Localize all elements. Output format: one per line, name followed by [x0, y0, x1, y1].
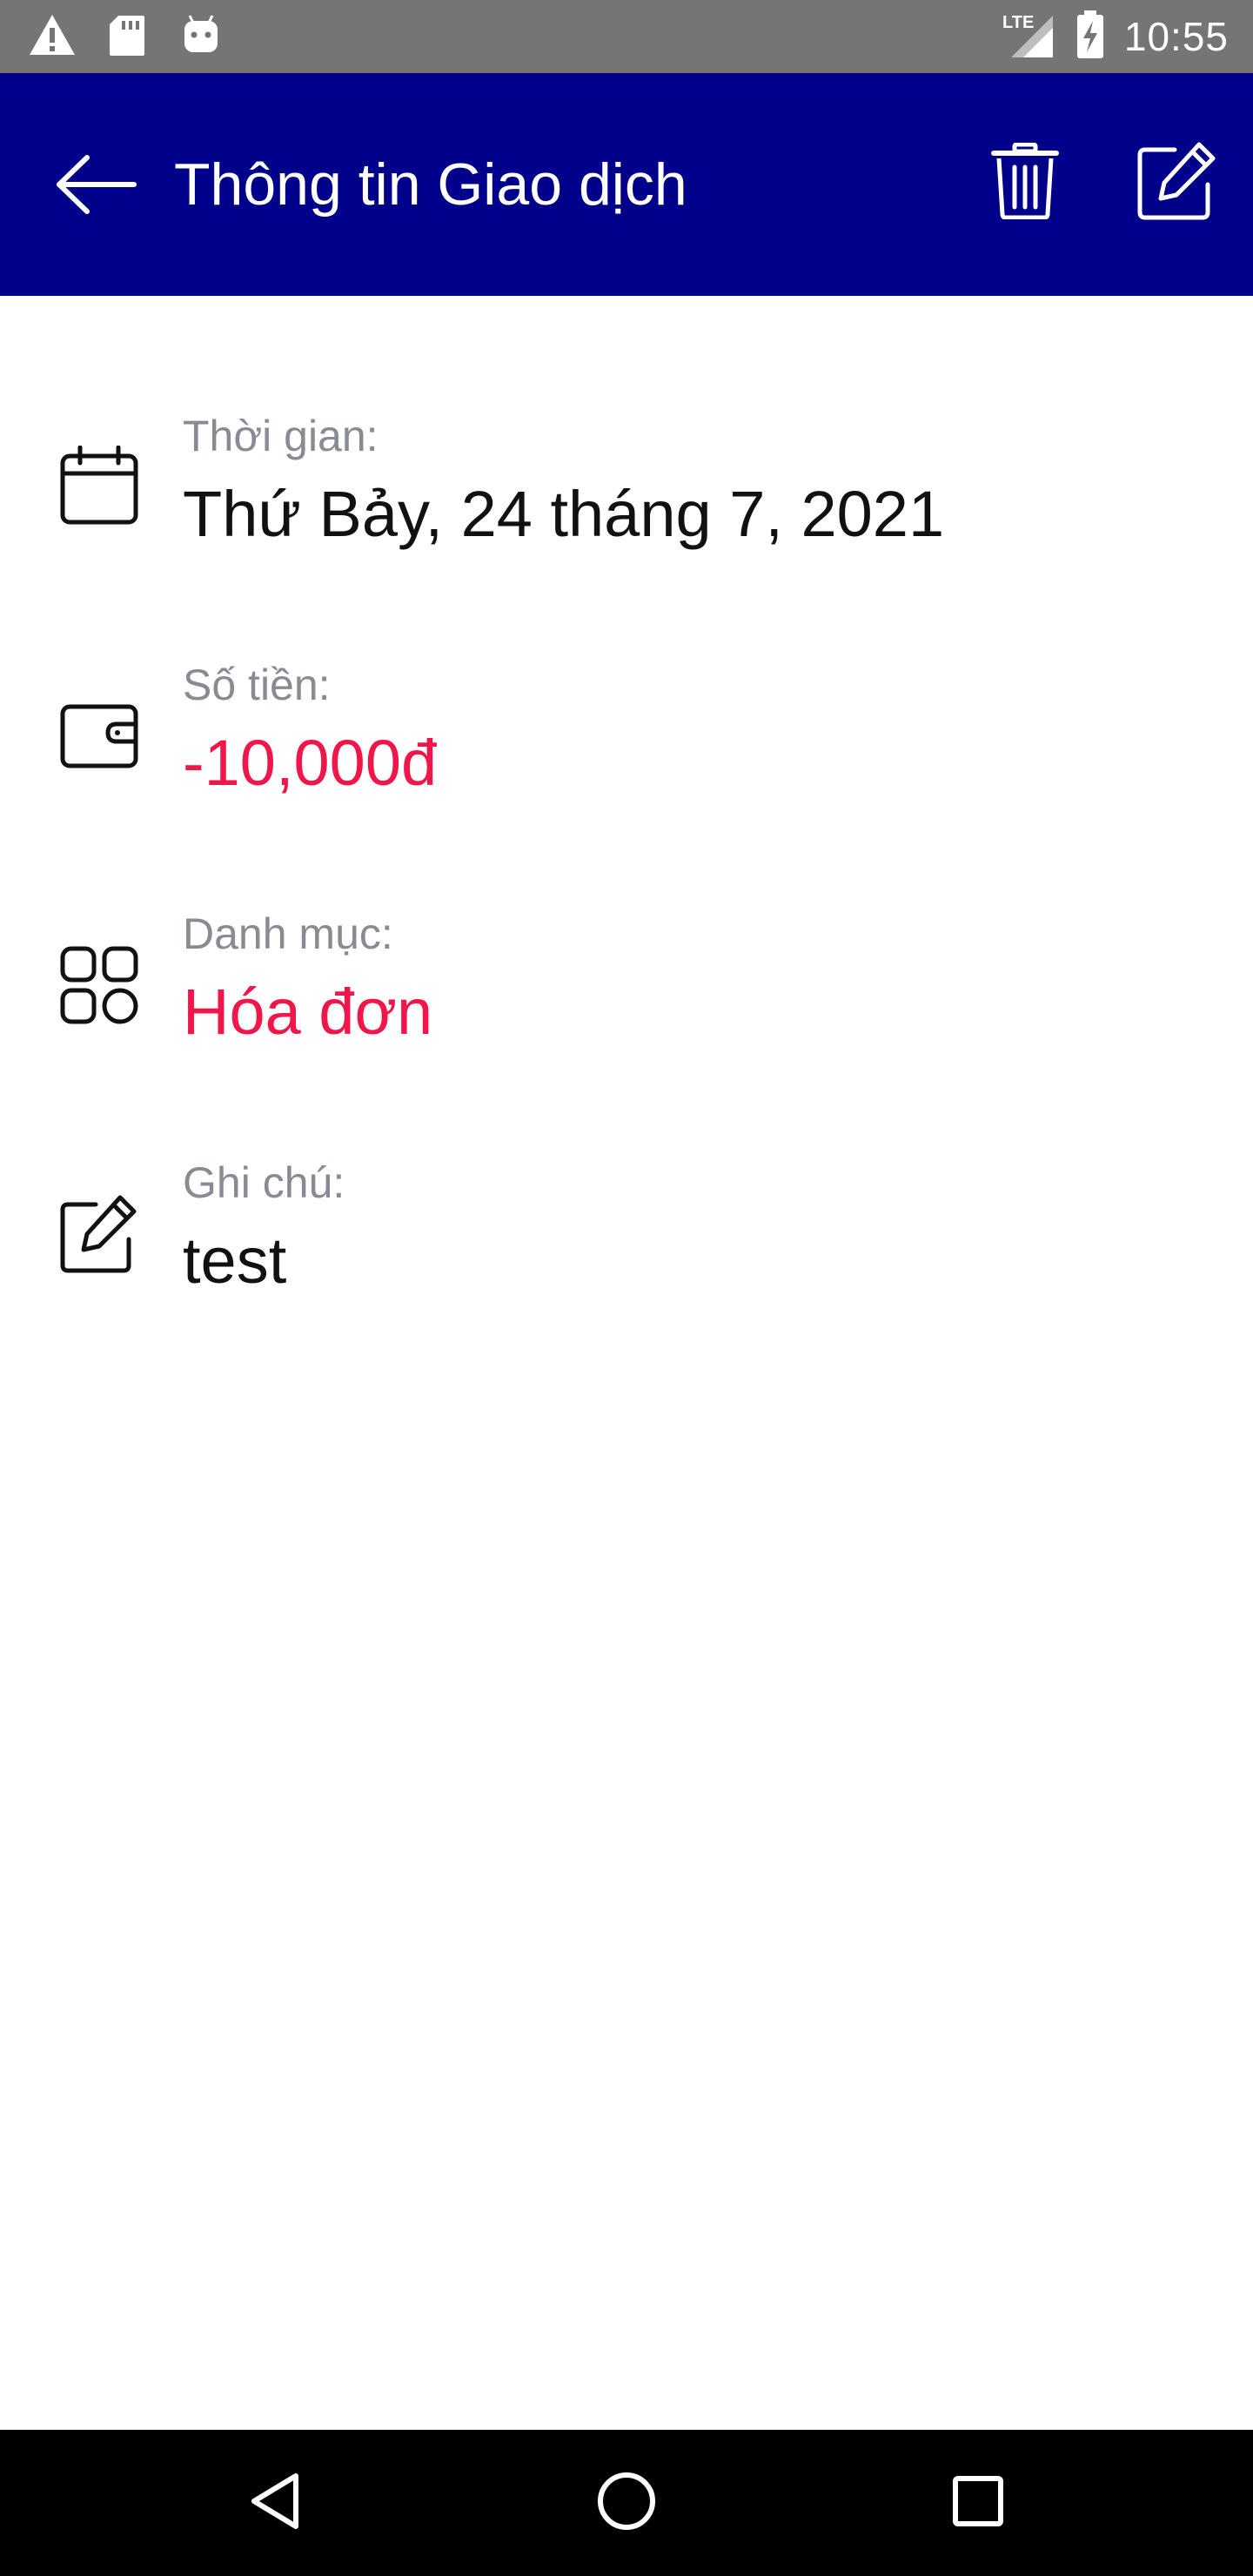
- page-title: Thông tin Giao dịch: [174, 151, 687, 218]
- sd-card-icon: [108, 14, 146, 62]
- nav-home-button[interactable]: [557, 2430, 696, 2576]
- detail-row-time: Thời gian: Thứ Bảy, 24 tháng 7, 2021: [0, 400, 1253, 574]
- amount-label: Số tiền:: [183, 661, 331, 709]
- note-label: Ghi chú:: [183, 1158, 345, 1207]
- nav-back-button[interactable]: [205, 2430, 345, 2576]
- trash-icon: [990, 142, 1060, 224]
- category-value: Hóa đơn: [183, 976, 433, 1048]
- warning-icon: [28, 12, 77, 62]
- battery-charging-icon: [1075, 10, 1105, 64]
- amount-value: -10,000đ: [183, 727, 438, 799]
- system-nav-bar: [0, 2430, 1253, 2576]
- back-triangle-icon: [247, 2471, 303, 2536]
- note-value: test: [183, 1224, 287, 1297]
- calendar-icon: [57, 444, 141, 527]
- category-label: Danh mục:: [183, 909, 393, 958]
- status-right-group: LTE 10:55: [1001, 0, 1229, 73]
- recents-square-icon: [950, 2473, 1006, 2533]
- category-icon: [57, 943, 141, 1027]
- note-icon: [57, 1192, 141, 1276]
- edit-button[interactable]: [1133, 139, 1220, 226]
- network-type-label: LTE: [1002, 13, 1034, 32]
- transaction-detail-screen: LTE 10:55 Thông tin Giao dịch Thời gian:…: [0, 0, 1253, 2576]
- arrow-left-icon: [54, 154, 137, 219]
- back-button[interactable]: [52, 143, 139, 230]
- time-value: Thứ Bảy, 24 tháng 7, 2021: [183, 478, 945, 550]
- detail-row-note: Ghi chú: test: [0, 1147, 1253, 1321]
- status-bar: LTE 10:55: [0, 0, 1253, 73]
- delete-button[interactable]: [982, 139, 1069, 226]
- detail-row-amount: Số tiền: -10,000đ: [0, 649, 1253, 823]
- edit-icon: [1136, 141, 1216, 225]
- android-icon: [181, 12, 221, 60]
- time-label: Thời gian:: [183, 412, 379, 460]
- detail-row-category: Danh mục: Hóa đơn: [0, 898, 1253, 1072]
- home-circle-icon: [595, 2470, 658, 2537]
- nav-recents-button[interactable]: [908, 2430, 1048, 2576]
- status-time: 10:55: [1123, 14, 1229, 59]
- wallet-icon: [57, 694, 141, 778]
- signal-icon: LTE: [1001, 9, 1056, 65]
